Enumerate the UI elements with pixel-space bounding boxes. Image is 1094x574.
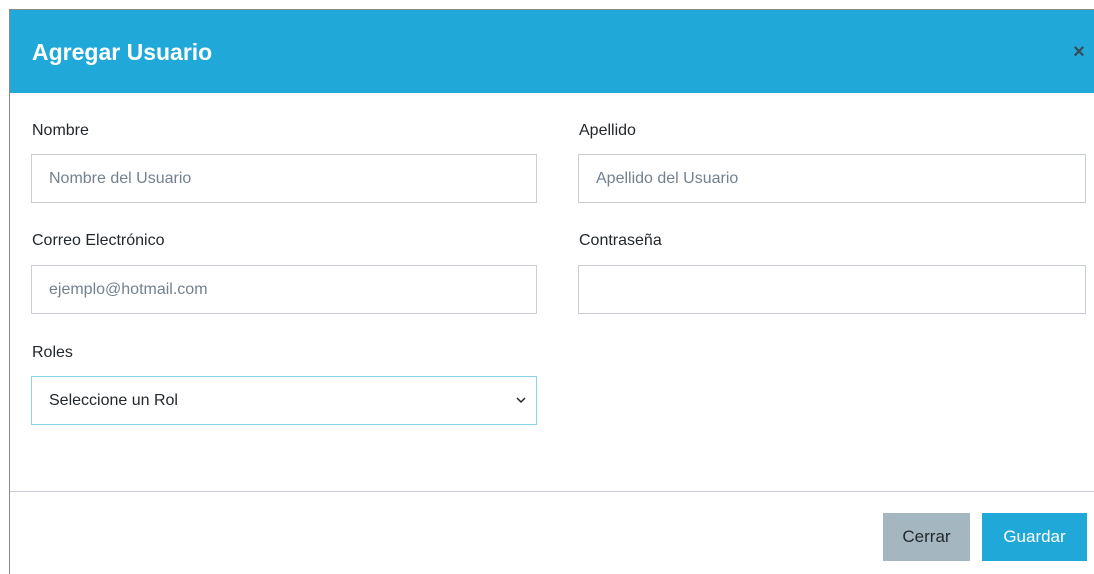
save-button[interactable]: Guardar	[982, 513, 1087, 561]
last-name-input[interactable]	[578, 154, 1086, 203]
roles-select[interactable]: Seleccione un Rol	[31, 376, 537, 425]
password-input[interactable]	[578, 265, 1086, 314]
add-user-modal: Agregar Usuario × Nombre Apellido Correo…	[9, 9, 1094, 574]
password-label: Contraseña	[579, 232, 662, 249]
email-input[interactable]	[31, 265, 537, 314]
chevron-down-icon	[516, 397, 526, 404]
roles-selected-value: Seleccione un Rol	[49, 392, 178, 409]
last-name-label: Apellido	[579, 122, 636, 139]
footer-divider	[10, 491, 1094, 492]
close-button[interactable]: Cerrar	[883, 513, 970, 561]
roles-label: Roles	[32, 344, 73, 361]
first-name-input[interactable]	[31, 154, 537, 203]
modal-title: Agregar Usuario	[32, 39, 213, 65]
close-icon[interactable]: ×	[1070, 40, 1088, 64]
first-name-label: Nombre	[32, 122, 89, 139]
modal-header: Agregar Usuario ×	[10, 10, 1094, 93]
email-label: Correo Electrónico	[32, 232, 165, 249]
